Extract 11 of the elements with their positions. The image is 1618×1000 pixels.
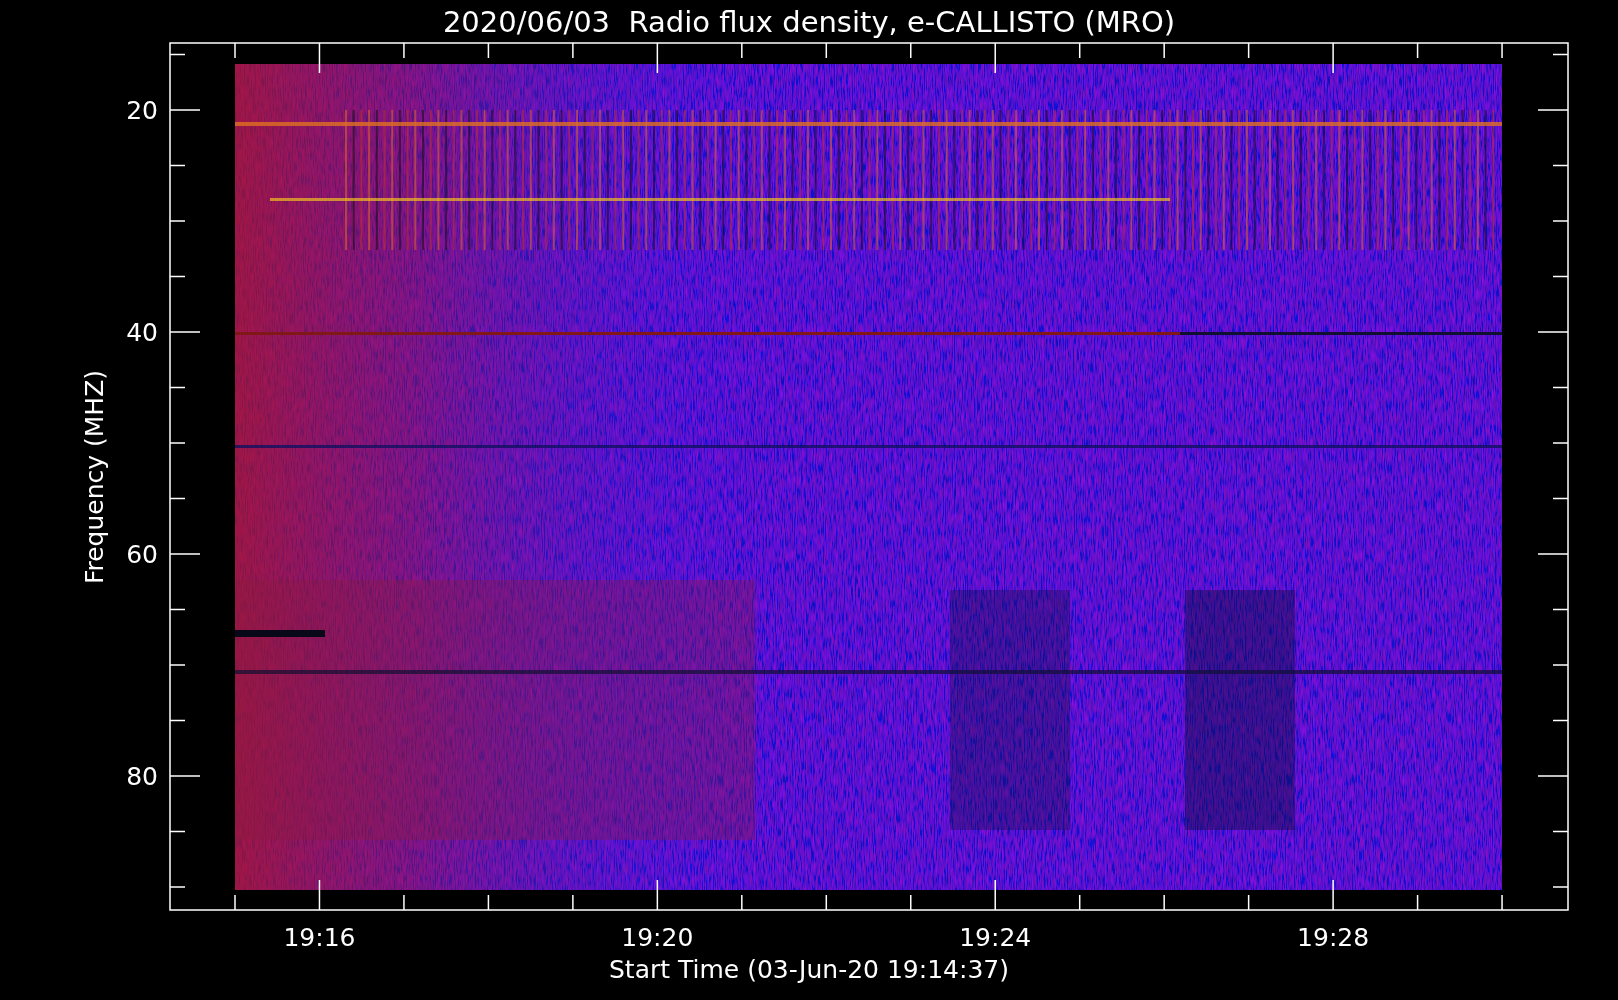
y-tick-label: 60 <box>126 540 158 569</box>
x-tick-label: 19:24 <box>959 923 1032 952</box>
y-axis-label: Frequency (MHZ) <box>80 369 109 585</box>
x-tick-label: 19:28 <box>1297 923 1370 952</box>
y-tick-label: 80 <box>126 762 158 791</box>
x-tick-label: 19:20 <box>621 923 694 952</box>
y-tick-label: 20 <box>126 96 158 125</box>
plot-title: 2020/06/03 Radio flux density, e-CALLISTO (MRO) <box>442 5 1176 39</box>
x-tick-label: 19:16 <box>283 923 356 952</box>
x-axis-label: Start Time (03-Jun-20 19:14:37) <box>609 955 1009 984</box>
y-tick-label: 40 <box>126 318 158 347</box>
